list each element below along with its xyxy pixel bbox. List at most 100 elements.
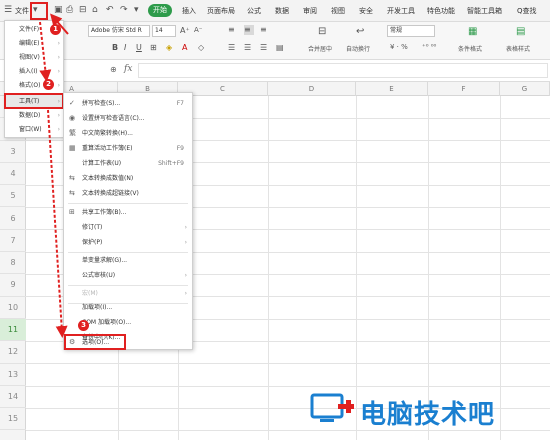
distributed-align-icon[interactable]: ▤ <box>276 43 286 53</box>
row-header-selected[interactable]: 11 <box>0 319 26 342</box>
menu-item-formula-audit[interactable]: 公式审核(U) › <box>64 268 192 283</box>
table-style-button[interactable]: 表格样式 <box>506 44 530 53</box>
menu-item-addins[interactable]: 加载项(I)... <box>64 300 192 315</box>
bold-icon[interactable]: B <box>112 43 118 52</box>
column-header-f[interactable]: F <box>428 82 500 96</box>
menu-item-spell-language[interactable]: ◉ 设置拼写检查语言(C)... <box>64 111 192 126</box>
row-header[interactable]: 7 <box>0 230 26 253</box>
decrease-font-icon[interactable]: A⁻ <box>194 26 202 34</box>
align-right-icon[interactable]: ☰ <box>260 43 270 53</box>
row-header[interactable]: 10 <box>0 297 26 319</box>
menu-item-chinese-convert[interactable]: 繁中文简繁转换(H)... <box>64 126 192 141</box>
wrap-text-icon[interactable]: ↩ <box>356 26 364 37</box>
align-top-icon[interactable]: ≡ <box>228 25 238 35</box>
file-menu-item-insert[interactable]: 插入(I) › <box>5 65 63 79</box>
print-icon[interactable]: ⊟ <box>79 5 87 15</box>
align-left-icon[interactable]: ☰ <box>228 43 238 53</box>
menu-item-protect[interactable]: 保护(P) › <box>64 235 192 250</box>
tab-review[interactable]: 审阅 <box>303 6 317 16</box>
tab-security[interactable]: 安全 <box>359 6 373 16</box>
spellcheck-icon: ✓ <box>69 99 75 107</box>
font-size-select[interactable]: 14 <box>152 25 176 37</box>
font-name-select[interactable]: Adobe 仿宋 Std R <box>88 25 150 37</box>
step-badge-1: 1 <box>50 24 61 35</box>
row-header[interactable]: 4 <box>0 163 26 186</box>
menu-item-text-to-hyperlink[interactable]: ⇆ 文本转换成超链接(V) <box>64 186 192 201</box>
undo-icon[interactable]: ↶ <box>106 5 114 15</box>
submenu-arrow-icon: › <box>184 224 187 231</box>
row-header[interactable]: 15 <box>0 408 26 431</box>
menu-item-revisions[interactable]: 修订(T) › <box>64 220 192 235</box>
file-dropdown-icon[interactable]: ▾ <box>33 5 38 15</box>
step-badge-3: 3 <box>78 320 89 331</box>
column-header-g[interactable]: G <box>500 82 550 96</box>
increase-font-icon[interactable]: A⁺ <box>180 26 190 35</box>
align-center-icon[interactable]: ☰ <box>244 43 254 53</box>
clear-format-icon[interactable]: ◇ <box>198 43 204 52</box>
number-format-select[interactable]: 常规 <box>387 25 435 37</box>
formula-input[interactable] <box>138 63 548 78</box>
merge-center-icon[interactable]: ⊟ <box>318 26 326 37</box>
search-button[interactable]: Q查找 <box>517 6 537 16</box>
qat-dropdown-icon[interactable]: ▾ <box>134 5 139 15</box>
formula-bar: ⊕ fx <box>0 60 550 82</box>
row-header[interactable]: 3 <box>0 141 26 163</box>
file-menu-button[interactable]: 文件 <box>15 6 29 16</box>
row-header[interactable]: 6 <box>0 208 26 230</box>
file-menu-item-format[interactable]: 格式(O) › <box>5 79 63 93</box>
format-painter-icon[interactable]: ⌂ <box>92 5 98 15</box>
tab-insert[interactable]: 插入 <box>182 6 196 16</box>
menu-item-macro: 宏(M) › <box>64 286 192 301</box>
underline-icon[interactable]: U <box>136 43 142 52</box>
insert-function-button[interactable]: fx <box>124 64 132 74</box>
tab-developer[interactable]: 开发工具 <box>387 6 415 16</box>
border-icon[interactable]: ⊞ <box>150 43 157 52</box>
print-preview-icon[interactable]: ⎙ <box>66 5 73 15</box>
merge-center-button[interactable]: 合并居中 <box>308 44 332 53</box>
zoom-icon[interactable]: ⊕ <box>110 65 117 74</box>
file-menu-item-window[interactable]: 窗口(W) › <box>5 123 63 137</box>
submenu-arrow-icon: › <box>184 290 187 297</box>
row-header[interactable]: 9 <box>0 274 26 297</box>
tab-page-layout[interactable]: 页面布局 <box>207 6 235 16</box>
file-menu-item-edit[interactable]: 编辑(E) › <box>5 37 63 51</box>
fill-color-icon[interactable]: ◈ <box>166 43 172 52</box>
share-icon: ⊞ <box>69 208 75 216</box>
italic-icon[interactable]: I <box>124 43 126 52</box>
align-middle-icon[interactable]: ≡ <box>244 25 254 35</box>
conditional-format-icon[interactable]: ▦ <box>468 26 477 37</box>
column-header-e[interactable]: E <box>356 82 428 96</box>
file-menu-item-data[interactable]: 数据(D) › <box>5 109 63 123</box>
tab-view[interactable]: 视图 <box>331 6 345 16</box>
column-header-d[interactable]: D <box>268 82 356 96</box>
tab-formulas[interactable]: 公式 <box>247 6 261 16</box>
menu-item-calc-sheet[interactable]: 计算工作表(U) Shift+F9 <box>64 156 192 171</box>
font-color-icon[interactable]: A <box>182 43 187 52</box>
redo-icon[interactable]: ↷ <box>120 5 128 15</box>
submenu-arrow-icon: › <box>184 272 187 279</box>
tab-special[interactable]: 特色功能 <box>427 6 455 16</box>
wrap-text-button[interactable]: 自动换行 <box>346 44 370 53</box>
table-style-icon[interactable]: ▤ <box>516 26 525 37</box>
currency-icon[interactable]: ¥ · % <box>390 43 408 51</box>
tab-start[interactable]: 开始 <box>148 4 172 17</box>
menu-item-recalc-workbook[interactable]: ▦ 重算活动工作簿(E) F9 <box>64 141 192 156</box>
menu-item-share-workbook[interactable]: ⊞ 共享工作簿(B)... <box>64 205 192 220</box>
text-to-number-icon: ⇆ <box>69 174 75 182</box>
align-bottom-icon[interactable]: ≡ <box>260 25 270 35</box>
conditional-format-button[interactable]: 条件格式 <box>458 44 482 53</box>
file-menu-item-view[interactable]: 视图(V) › <box>5 51 63 65</box>
menu-item-spellcheck[interactable]: ✓ 拼写检查(S)... F7 <box>64 96 192 111</box>
decimal-icon[interactable]: ⁺⁰ ⁰⁰ <box>422 43 436 51</box>
row-header[interactable]: 13 <box>0 364 26 386</box>
row-header[interactable]: 12 <box>0 341 26 364</box>
tab-smart-tools[interactable]: 智能工具箱 <box>467 6 502 16</box>
row-header[interactable]: 8 <box>0 252 26 275</box>
row-header[interactable]: 14 <box>0 386 26 409</box>
menu-item-goal-seek[interactable]: 单变量求解(G)... <box>64 253 192 268</box>
menu-item-text-to-number[interactable]: ⇆ 文本转换成数值(N) <box>64 171 192 186</box>
row-header[interactable]: 5 <box>0 185 26 208</box>
tab-data[interactable]: 数据 <box>275 6 289 16</box>
save-icon[interactable]: ▣ <box>54 5 63 15</box>
hamburger-menu-icon[interactable]: ☰ <box>4 5 12 15</box>
